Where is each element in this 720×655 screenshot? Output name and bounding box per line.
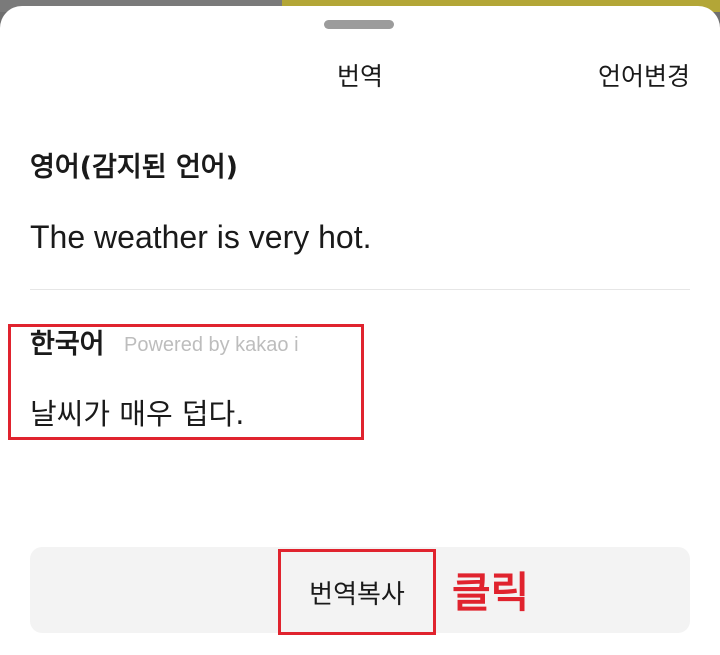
source-text: The weather is very hot. — [30, 219, 372, 255]
translation-highlight-box — [8, 324, 364, 440]
sheet-grab-handle[interactable] — [324, 20, 394, 29]
click-annotation: 클릭 — [452, 568, 530, 617]
section-divider — [30, 289, 690, 290]
copy-translation-label: 번역복사 — [309, 579, 405, 610]
copy-translation-button[interactable]: 번역복사 — [278, 549, 436, 635]
translation-sheet: 번역 언어변경 영어(감지된 언어) The weather is very h… — [0, 6, 720, 655]
source-language-label: 영어(감지된 언어) — [30, 152, 238, 183]
language-change-button[interactable]: 언어변경 — [598, 62, 690, 92]
